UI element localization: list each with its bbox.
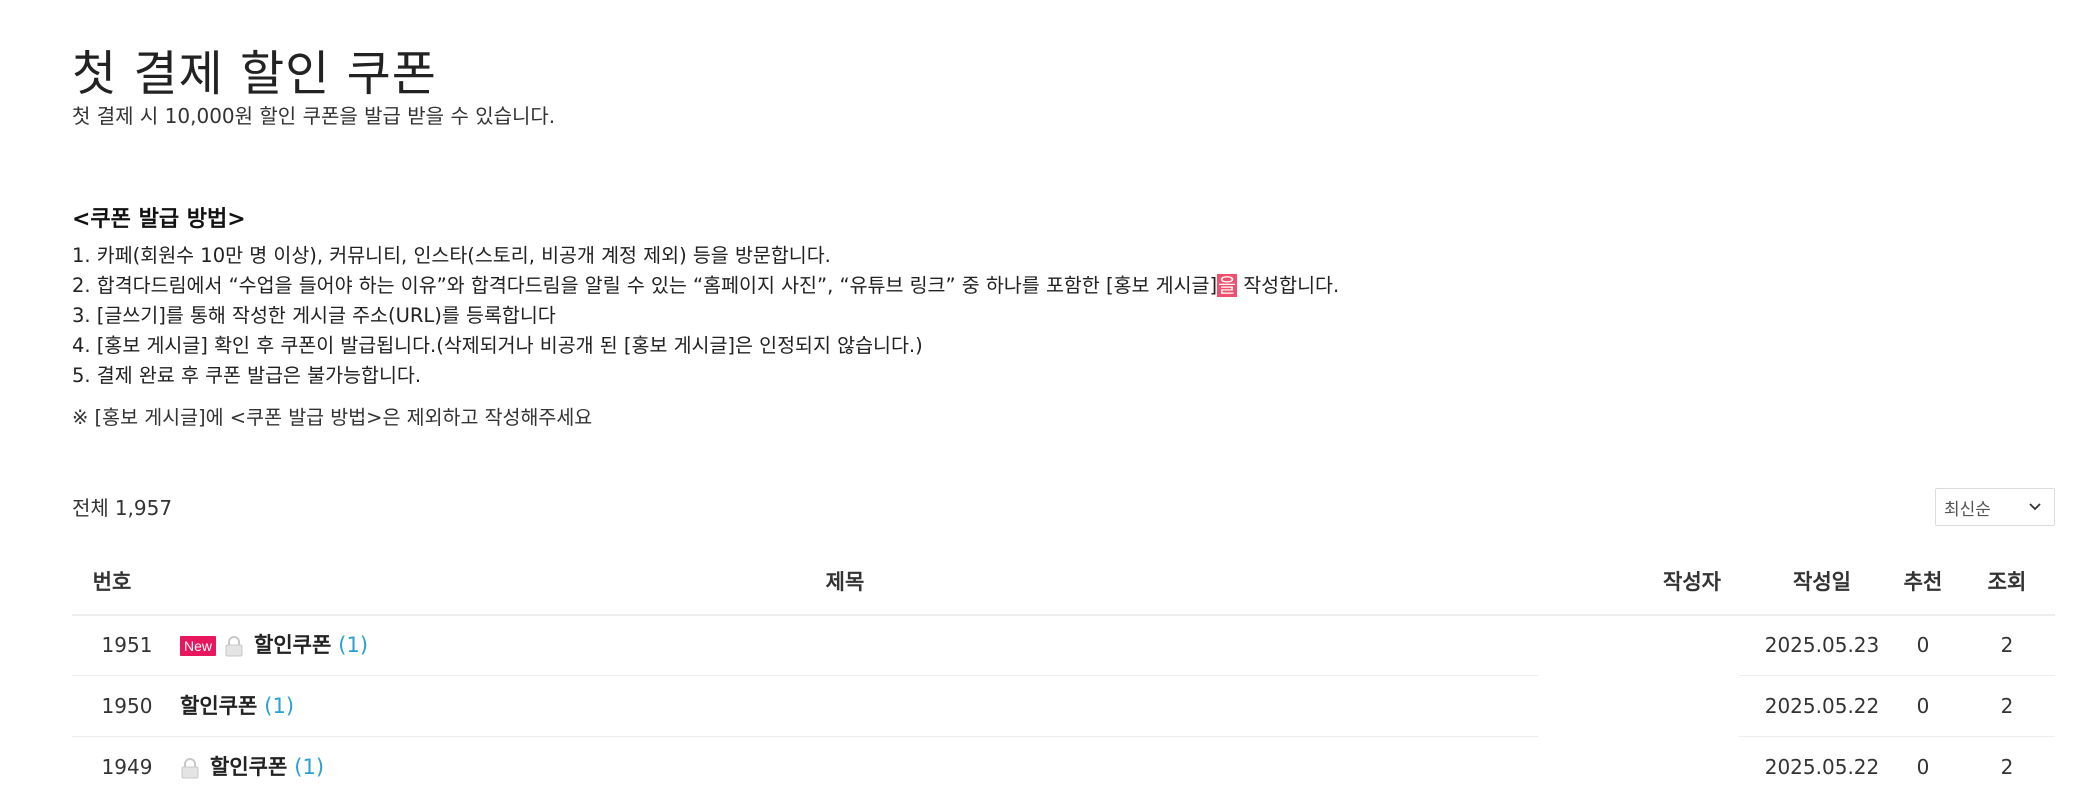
page-subtitle: 첫 결제 시 10,000원 할인 쿠폰을 발급 받을 수 있습니다. <box>72 104 556 128</box>
row-date: 2025.05.23 <box>1764 633 1880 657</box>
post-title-link[interactable]: 할인쿠폰 <box>180 676 257 737</box>
row-likes: 0 <box>1916 694 1930 718</box>
row-author <box>1632 615 1752 676</box>
guide-step-1: 1. 카페(회원수 10만 명 이상), 커뮤니티, 인스타(스토리, 비공개 … <box>72 244 831 267</box>
row-views: 2 <box>2000 755 2014 779</box>
guide-step-5: 5. 결제 완료 후 쿠폰 발급은 불가능합니다. <box>72 364 422 387</box>
comment-count[interactable]: (1) <box>264 676 294 737</box>
total-label: 전체 <box>72 496 109 520</box>
row-number: 1949 <box>101 755 153 779</box>
column-header-number: 번호 <box>92 570 132 594</box>
guide-heading: <쿠폰 발급 방법> <box>72 207 246 232</box>
row-title-cell[interactable]: 할인쿠폰 (1) <box>180 676 1480 737</box>
lock-icon <box>181 757 199 778</box>
row-number: 1951 <box>101 633 153 657</box>
guide-note: ※ [홍보 게시글]에 <쿠폰 발급 방법>은 제외하고 작성해주세요 <box>72 406 593 429</box>
post-title-link[interactable]: 할인쿠폰 <box>210 737 287 798</box>
page-title: 첫 결제 할인 쿠폰 <box>72 46 437 102</box>
row-views: 2 <box>2000 633 2014 657</box>
total-count: 전체 1,957 <box>72 492 172 521</box>
row-author <box>1632 676 1752 737</box>
row-date: 2025.05.22 <box>1764 694 1880 718</box>
guide-step-2: 2. 합격다드림에서 “수업을 들어야 하는 이유”와 합격다드림을 알릴 수 … <box>72 271 1339 301</box>
coupon-guide: <쿠폰 발급 방법> 1. 카페(회원수 10만 명 이상), 커뮤니티, 인스… <box>72 205 1339 433</box>
new-badge: New <box>180 635 217 656</box>
row-author <box>1632 737 1752 798</box>
table-row[interactable]: 1951 New 할인쿠폰 (1) 2025.05.23 0 2 <box>72 615 2055 676</box>
row-likes: 0 <box>1916 633 1930 657</box>
guide-step-2-highlight: 을 <box>1217 274 1238 297</box>
chevron-down-icon <box>2029 503 2041 511</box>
column-header-title: 제목 <box>825 570 865 594</box>
column-header-author: 작성자 <box>1663 570 1721 594</box>
row-likes: 0 <box>1916 755 1930 779</box>
comment-count[interactable]: (1) <box>294 737 324 798</box>
table-row[interactable]: 1950 할인쿠폰 (1) 2025.05.22 0 2 <box>72 676 2055 737</box>
row-date: 2025.05.22 <box>1764 755 1880 779</box>
lock-icon <box>225 635 243 656</box>
total-number: 1,957 <box>114 496 173 520</box>
guide-step-4: 4. [홍보 게시글] 확인 후 쿠폰이 발급됩니다.(삭제되거나 비공개 된 … <box>72 334 923 357</box>
comment-count[interactable]: (1) <box>338 615 368 676</box>
sort-value: 최신순 <box>1944 499 1991 520</box>
table-header: 번호 제목 작성자 작성일 추천 조회 <box>72 562 2055 616</box>
coupon-board-page: 첫 결제 할인 쿠폰 첫 결제 시 10,000원 할인 쿠폰을 발급 받을 수… <box>0 0 2088 787</box>
row-title-cell[interactable]: 할인쿠폰 (1) <box>180 737 1480 798</box>
row-views: 2 <box>2000 694 2014 718</box>
post-title-link[interactable]: 할인쿠폰 <box>254 615 331 676</box>
column-header-views: 조회 <box>1987 570 2027 594</box>
guide-step-3: 3. [글쓰기]를 통해 작성한 게시글 주소(URL)를 등록합니다 <box>72 304 556 327</box>
sort-select[interactable]: 최신순 <box>1935 488 2055 526</box>
column-header-likes: 추천 <box>1903 570 1943 594</box>
row-title-cell[interactable]: New 할인쿠폰 (1) <box>180 615 1480 676</box>
column-header-date: 작성일 <box>1793 570 1851 594</box>
guide-step-2-text: 2. 합격다드림에서 “수업을 들어야 하는 이유”와 합격다드림을 알릴 수 … <box>72 274 1218 297</box>
guide-step-2-text-end: 작성합니다. <box>1237 274 1340 297</box>
table-row[interactable]: 1949 할인쿠폰 (1) 2025.05.22 0 2 <box>72 737 2055 798</box>
row-number: 1950 <box>101 694 153 718</box>
